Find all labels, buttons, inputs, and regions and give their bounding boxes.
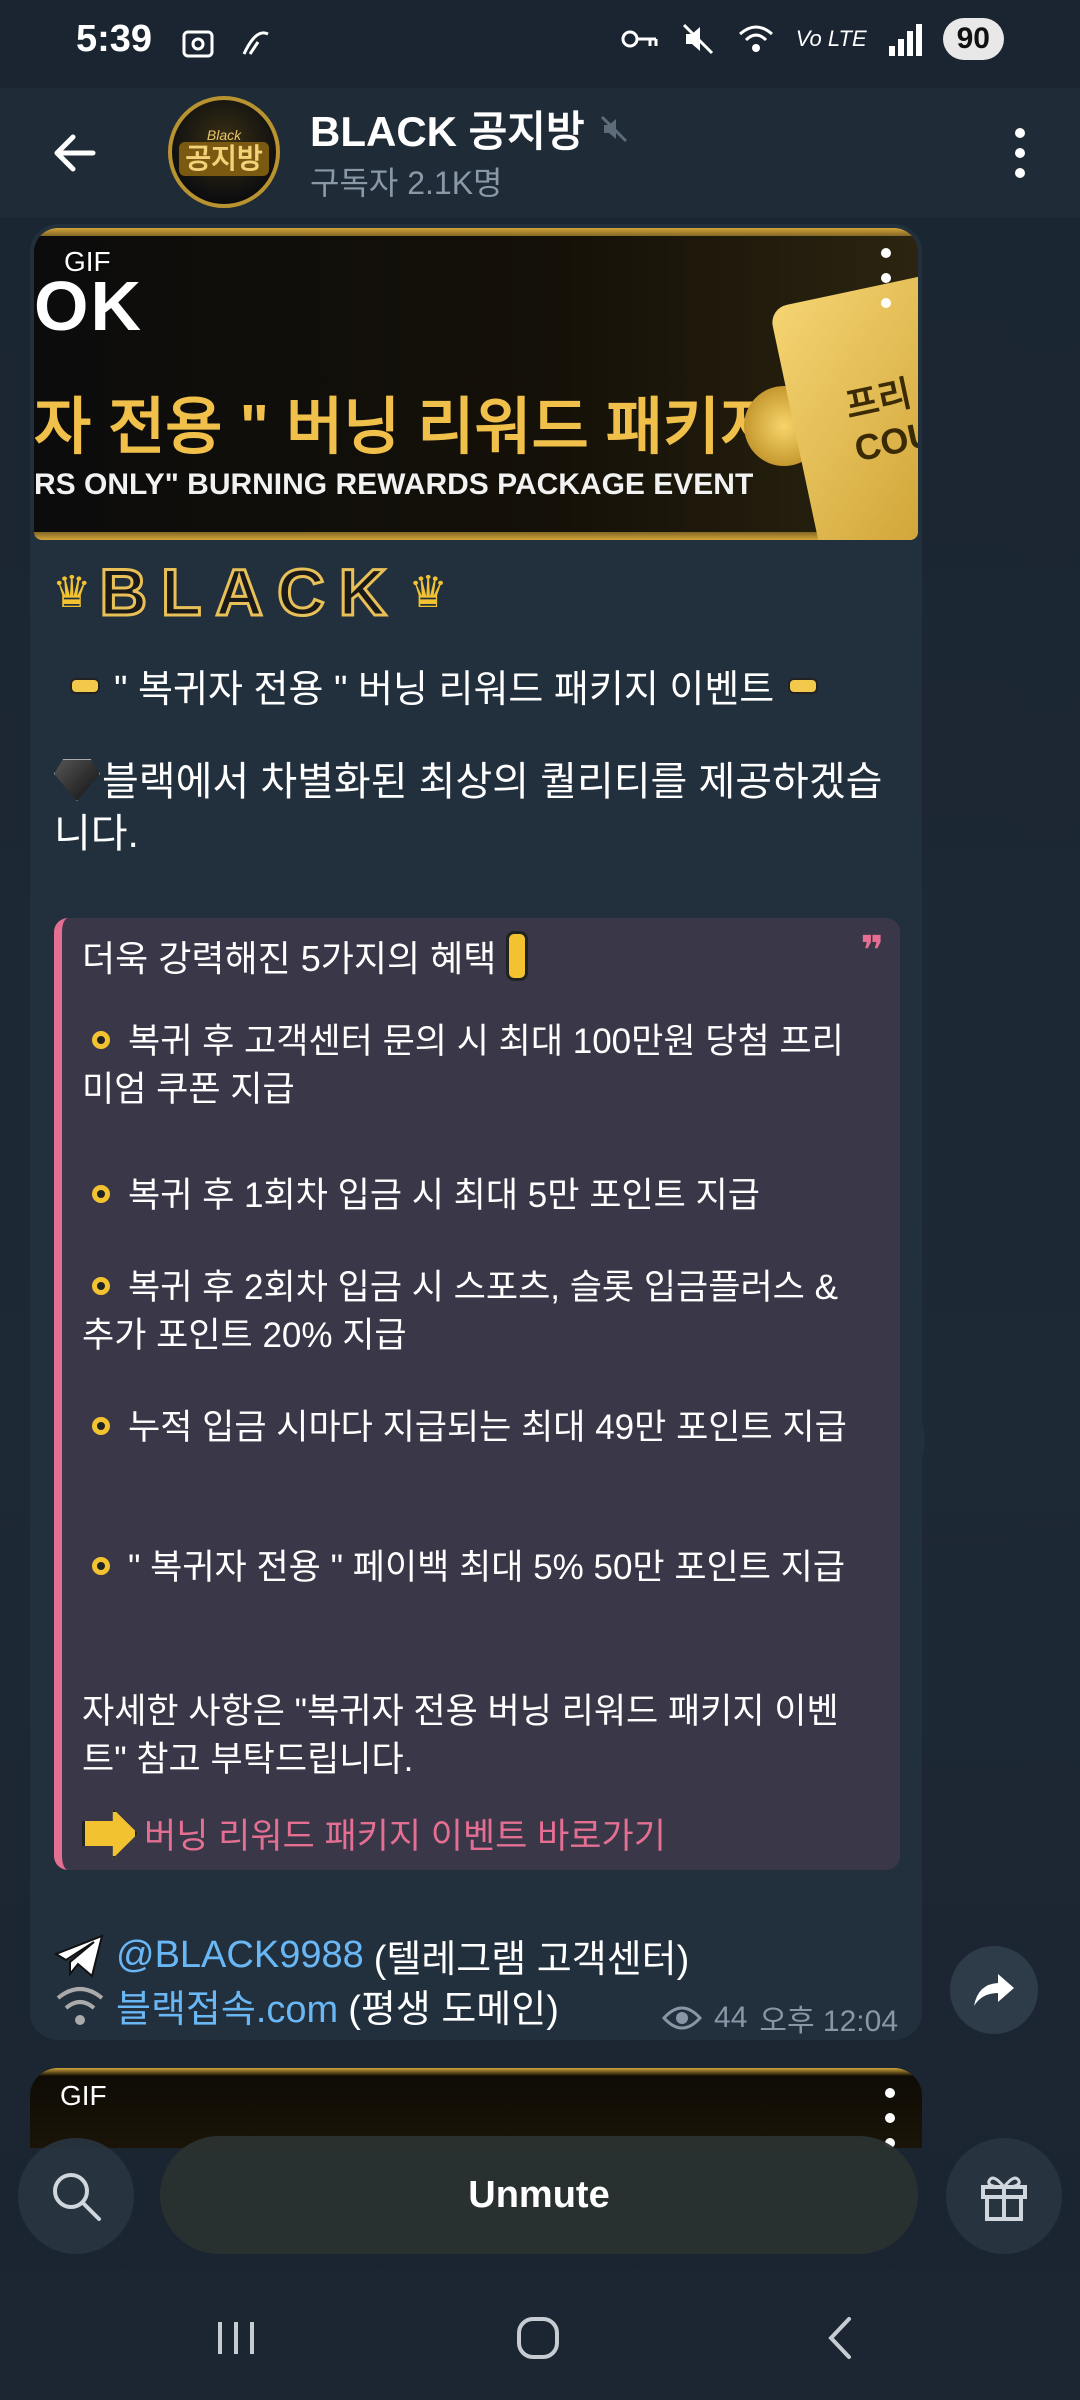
share-arrow-icon: [974, 1974, 1014, 2006]
telegram-handle-link[interactable]: @BLACK9988: [116, 1934, 364, 1977]
intro-text: 블랙에서 차별화된 최상의 퀄리티를 제공하겠습니다.: [54, 756, 894, 860]
status-bar: 5:39 Vo LTE 90: [0, 0, 1080, 88]
status-time: 5:39: [76, 18, 153, 60]
system-navigation-bar: [0, 2270, 1080, 2400]
gift-button[interactable]: [946, 2138, 1062, 2254]
tag-icon: [70, 677, 100, 694]
black-logo-text: BLACK: [98, 554, 401, 631]
bottom-controls: Unmute: [0, 2130, 1080, 2260]
benefit-item: 누적 입금 시마다 지급되는 최대 49만 포인트 지급: [82, 1404, 872, 1452]
notification-icons: [178, 24, 276, 64]
post-meta: 44 오후 12:04: [662, 1996, 898, 2040]
search-button[interactable]: [18, 2138, 134, 2254]
home-button[interactable]: [498, 2310, 578, 2366]
benefits-heading-text: 더욱 강력해진 5가지의 혜택: [82, 938, 497, 979]
gif-label: GIF: [64, 246, 111, 277]
channel-post: OK 자 전용 " 버닝 리워드 패키지 이벤트 RS ONLY" BURNIN…: [30, 224, 922, 2040]
quote-icon: ❞: [860, 929, 884, 973]
benefit-text: 복귀 후 1회차 입금 시 최대 5만 포인트 지급: [128, 1176, 760, 1215]
avatar-label: 공지방: [179, 141, 269, 177]
system-back-button[interactable]: [800, 2310, 880, 2366]
more-vertical-icon: [1015, 128, 1025, 178]
unmute-button[interactable]: Unmute: [160, 2136, 918, 2254]
telegram-contact: @BLACK9988 (텔레그램 고객센터): [54, 1928, 689, 1983]
chevron-left-icon: [828, 2317, 851, 2359]
coupon-text: 프리 COU: [841, 372, 918, 470]
share-button[interactable]: [950, 1946, 1038, 2034]
domain-contact: 블랙접속.com (평생 도메인): [54, 1978, 559, 2033]
exclamation-icon: [506, 931, 529, 981]
gif-label: GIF: [60, 2080, 107, 2111]
gem-icon: [54, 759, 100, 801]
system-status-icons: Vo LTE 90: [620, 18, 1004, 60]
back-button[interactable]: [40, 118, 110, 188]
arrow-right-icon: [82, 1808, 138, 1859]
bullet-icon: [92, 1277, 110, 1295]
vpn-key-icon: [621, 30, 658, 48]
gift-icon: [981, 2176, 1027, 2221]
home-icon: [517, 2317, 559, 2359]
crown-icon: ♛: [408, 567, 448, 617]
benefit-item: 복귀 후 고객센터 문의 시 최대 100만원 당첨 프리미엄 쿠폰 지급: [82, 1018, 872, 1114]
event-shortcut-link[interactable]: 버닝 리워드 패키지 이벤트 바로가기: [82, 1808, 666, 1859]
black-logo-title: ♛ BLACK ♛: [52, 554, 448, 631]
coupon-graphic: 프리 COU: [769, 269, 918, 540]
benefit-text: 누적 입금 시마다 지급되는 최대 49만 포인트 지급: [128, 1408, 847, 1447]
event-shortcut-text: 버닝 리워드 패키지 이벤트 바로가기: [144, 1817, 666, 1856]
benefit-item: 복귀 후 1회차 입금 시 최대 5만 포인트 지급: [82, 1172, 872, 1220]
views-eye-icon: [662, 2006, 703, 2030]
banner-title-en: RS ONLY" BURNING REWARDS PACKAGE EVENT: [34, 468, 754, 501]
domain-link[interactable]: 블랙접속.com: [116, 1978, 338, 2033]
channel-title[interactable]: BLACK 공지방: [310, 98, 629, 159]
telegram-note: (텔레그램 고객센터): [373, 1939, 690, 1981]
network-label: Vo LTE: [795, 26, 867, 51]
recent-apps-button[interactable]: [196, 2310, 276, 2366]
search-icon: [53, 2173, 101, 2221]
benefit-item: " 복귀자 전용 " 페이백 최대 5% 50만 포인트 지급: [82, 1544, 872, 1592]
bullet-icon: [92, 1417, 110, 1435]
benefit-text: 복귀 후 고객센터 문의 시 최대 100만원 당첨 프리미엄 쿠폰 지급: [82, 1022, 844, 1109]
bullet-icon: [92, 1031, 110, 1049]
tag-icon: [788, 677, 819, 694]
detail-note: 자세한 사항은 "복귀자 전용 버닝 리워드 패키지 이벤트" 참고 부탁드립니…: [82, 1692, 839, 1779]
domain-note: (평생 도메인): [348, 1989, 559, 2031]
screenshot-icon: [182, 30, 214, 58]
subscriber-count: 구독자 2.1K명: [310, 165, 503, 201]
wifi-icon: [738, 25, 773, 52]
banner-image: OK 자 전용 " 버닝 리워드 패키지 이벤트 RS ONLY" BURNIN…: [34, 236, 918, 540]
view-count: 44: [714, 2001, 748, 2034]
benefit-text: " 복귀자 전용 " 페이백 최대 5% 50만 포인트 지급: [128, 1548, 846, 1587]
mute-icon: [682, 23, 713, 55]
channel-name: BLACK 공지방: [310, 108, 585, 155]
muted-icon: [600, 115, 627, 142]
banner-brand-fragment: OK: [34, 267, 143, 345]
event-title: " 복귀자 전용 " 버닝 리워드 패키지 이벤트: [114, 669, 775, 711]
post-time: 오후 12:04: [759, 2005, 898, 2038]
media-menu-button[interactable]: [878, 248, 894, 308]
bullet-icon: [92, 1185, 110, 1203]
channel-avatar[interactable]: Black 공지방: [168, 96, 280, 208]
crown-icon: ♛: [52, 567, 92, 617]
app-notification-icon: [242, 31, 269, 55]
battery-indicator: 90: [942, 18, 1004, 60]
telegram-icon: [54, 1933, 104, 1978]
bullet-icon: [92, 1557, 110, 1575]
avatar-brand: Black: [206, 126, 242, 143]
benefits-quote: ❞ 더욱 강력해진 5가지의 혜택 복귀 후 고객센터 문의 시 최대 100만…: [54, 918, 900, 1870]
channel-header: Black 공지방 BLACK 공지방 구독자 2.1K명: [0, 88, 1080, 218]
signal-icon: [888, 24, 922, 56]
more-options-button[interactable]: [1000, 118, 1040, 188]
benefit-text: 복귀 후 2회차 입금 시 스포츠, 슬롯 입금플러스 & 추가 포인트 20%…: [82, 1268, 838, 1355]
gif-banner[interactable]: OK 자 전용 " 버닝 리워드 패키지 이벤트 RS ONLY" BURNIN…: [34, 228, 918, 540]
benefit-item: 복귀 후 2회차 입금 시 스포츠, 슬롯 입금플러스 & 추가 포인트 20%…: [82, 1264, 872, 1360]
wifi-signal-icon: [56, 1986, 104, 2025]
intro-message: 블랙에서 차별화된 최상의 퀄리티를 제공하겠습니다.: [54, 760, 883, 856]
event-title-line: " 복귀자 전용 " 버닝 리워드 패키지 이벤트: [70, 658, 819, 713]
benefits-heading: 더욱 강력해진 5가지의 혜택: [82, 930, 529, 982]
recent-apps-icon: [218, 2322, 254, 2354]
back-arrow-icon: [54, 134, 96, 172]
